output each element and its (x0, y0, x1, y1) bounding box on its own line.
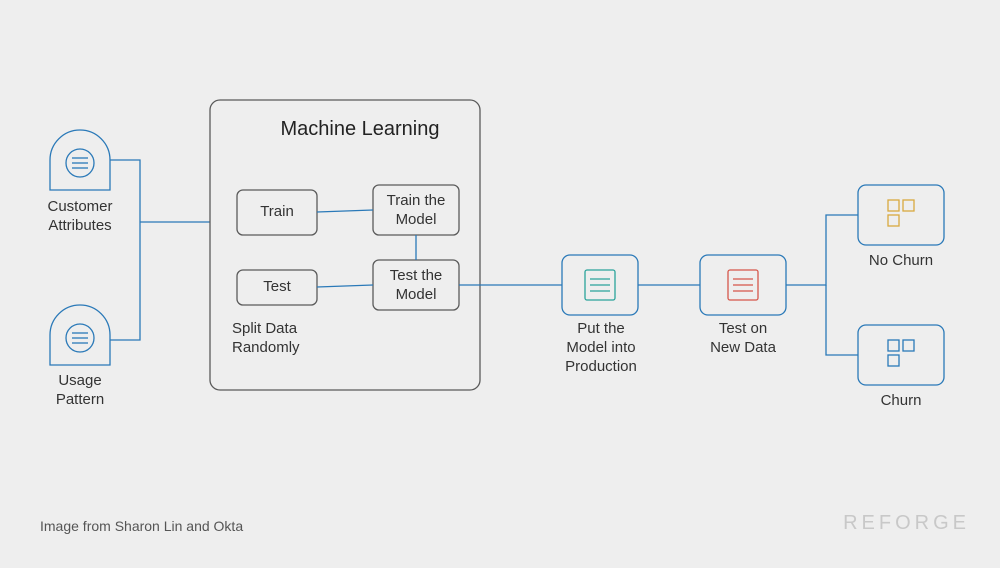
label-split-data: Split Data Randomly (232, 320, 332, 358)
diagram-svg (0, 0, 1000, 563)
label-customer-attributes: Customer Attributes (40, 198, 120, 236)
connector-test-to-testmodel (317, 285, 373, 287)
connector-testnew-to-nochurn (786, 215, 858, 285)
label-production: Put the Model into Production (556, 320, 646, 376)
input-customer-attributes (50, 130, 110, 190)
connector-train-to-trainmodel (317, 210, 373, 212)
connector-inputs-merge (110, 160, 140, 340)
ml-title: Machine Learning (270, 118, 450, 141)
node-churn (858, 325, 944, 385)
label-test-new: Test on New Data (698, 320, 788, 358)
label-train-model: Train the Model (373, 192, 459, 230)
label-churn: Churn (858, 392, 944, 411)
connector-testnew-to-churn (826, 285, 858, 355)
label-test-model: Test the Model (373, 267, 459, 305)
node-no-churn (858, 185, 944, 245)
image-caption: Image from Sharon Lin and Okta (40, 518, 243, 534)
label-test: Test (237, 278, 317, 297)
watermark: REFORGE (843, 512, 970, 535)
label-train: Train (237, 203, 317, 222)
label-no-churn: No Churn (858, 252, 944, 271)
input-usage-pattern (50, 305, 110, 365)
diagram-stage: Machine Learning Customer Attributes Usa… (0, 0, 1000, 563)
label-usage-pattern: Usage Pattern (40, 372, 120, 410)
